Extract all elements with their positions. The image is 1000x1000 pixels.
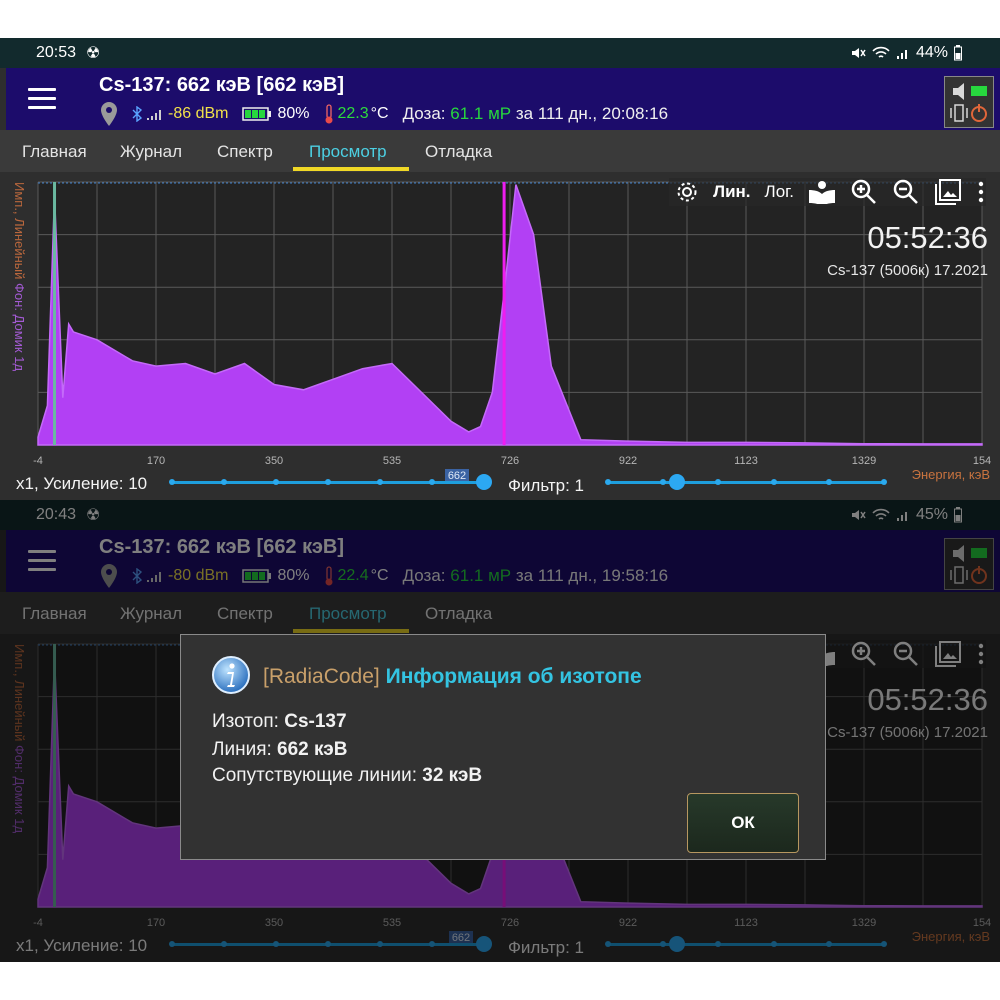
mute-icon	[851, 48, 866, 58]
app-title: Cs-137: 662 кэВ [662 кэВ]	[99, 74, 345, 96]
isotope-info-dialog: [RadiaCode] Информация об изотопе Изотоп…	[180, 634, 826, 860]
gain-slider[interactable]	[169, 472, 492, 492]
linear-scale-button[interactable]: Лин.	[713, 182, 750, 202]
app-bar: Cs-137: 662 кэВ [662 кэВ] -86 dBm 80% 22…	[6, 68, 1000, 130]
dialog-heading: Информация об изотопе	[385, 665, 642, 688]
filter-slider[interactable]	[605, 472, 887, 492]
signal-bars-icon	[147, 110, 161, 120]
image-save-icon[interactable]	[934, 178, 962, 206]
measurement-time: 05:52:36	[867, 220, 988, 255]
dialog-title: [RadiaCode] Информация об изотопе	[263, 665, 642, 689]
x-axis-ticks: -4 170 350 535 726 922 1123 1329 154	[0, 455, 1000, 471]
library-book-icon[interactable]	[808, 180, 836, 204]
cell-signal-icon	[896, 50, 907, 59]
slider-step-dot	[325, 479, 331, 485]
status-battery: 44%	[915, 44, 948, 61]
slider-step-dot	[221, 479, 227, 485]
chart-toolbar: Лин. Лог.	[669, 178, 986, 206]
slider-step-dot	[825, 479, 832, 485]
slider-track[interactable]	[608, 481, 884, 484]
spectrum-chart[interactable]	[0, 172, 1000, 500]
zoom-in-icon[interactable]	[850, 178, 878, 206]
tab-home[interactable]: Главная	[22, 142, 87, 162]
sound-vibro-toggle[interactable]	[944, 76, 994, 128]
thermometer-icon	[325, 104, 332, 124]
x-axis-label: Энергия, кэВ	[911, 467, 990, 482]
radiation-icon: ☢	[86, 45, 101, 62]
x-tick-label: 726	[500, 455, 520, 467]
more-vert-icon[interactable]	[976, 180, 986, 204]
source-label: Cs-137 (5006к) 17.2021	[827, 262, 988, 279]
isotope-value: Cs-137	[284, 711, 347, 732]
x-tick-label: 1123	[734, 455, 758, 467]
slider-step-dot	[660, 479, 667, 485]
screenshot-bottom: 20:43 ☢ 45% Cs-137: 662 кэВ [662 кэВ] -8…	[0, 500, 1000, 962]
status-bar: 20:53 ☢ 44%	[0, 38, 1000, 68]
status-time: 20:53	[36, 44, 77, 61]
zoom-out-icon[interactable]	[892, 178, 920, 206]
x-tick-label: 535	[382, 455, 402, 467]
x-tick-label: 154	[972, 455, 992, 467]
x-tick-label: 922	[618, 455, 638, 467]
slider-step-dot	[881, 479, 887, 485]
speaker-icon	[953, 83, 964, 100]
dose-label: Доза:	[402, 104, 446, 123]
associated-lines-label: Сопутствующие линии:	[212, 765, 417, 786]
dose-period: за 111 дн., 20:08:16	[515, 104, 669, 123]
device-battery-icon	[242, 107, 272, 121]
tab-journal[interactable]: Журнал	[120, 142, 182, 162]
isotope-label: Изотоп:	[212, 711, 279, 732]
ok-button[interactable]: ОК	[687, 793, 799, 853]
y-axis-label: Имп., Линейный Фон: Домик 1д	[12, 182, 27, 372]
dose-readout: Доза: 61.1 мР за 111 дн., 20:08:16	[403, 104, 668, 124]
device-battery: 80%	[277, 105, 310, 122]
signal-strength: -86 dBm	[168, 105, 229, 122]
slider-thumb[interactable]	[476, 474, 492, 490]
bluetooth-icon	[132, 106, 142, 122]
slider-step-dot	[429, 479, 435, 485]
dialog-brand: [RadiaCode]	[263, 665, 380, 688]
battery-icon	[954, 45, 962, 61]
tab-debug[interactable]: Отладка	[425, 142, 492, 162]
device-info-row: -86 dBm 80% 22.3 °C Доза: 61.1 мР за 111…	[100, 102, 668, 126]
info-icon	[212, 656, 250, 694]
slider-thumb[interactable]	[669, 474, 685, 490]
slider-step-dot	[377, 479, 383, 485]
wifi-icon	[872, 46, 890, 58]
location-icon	[100, 102, 118, 126]
line-label: Линия:	[212, 739, 272, 760]
temperature-unit: °C	[370, 105, 389, 122]
settings-icon[interactable]	[675, 180, 699, 204]
x-tick-label: 1329	[851, 455, 877, 467]
x-tick-label: -4	[33, 455, 43, 467]
line-row: Линия: 662 кэВ	[212, 739, 348, 761]
associated-lines-row: Сопутствующие линии: 32 кэВ	[212, 765, 482, 787]
slider-step-dot	[715, 479, 722, 485]
slider-step-dot	[273, 479, 279, 485]
y-axis-series: Фон: Домик 1д	[12, 283, 27, 372]
isotope-row: Изотоп: Cs-137	[212, 711, 347, 733]
screenshot-top: 20:53 ☢ 44% Cs-137: 662 кэВ [662 кэВ] -8…	[0, 38, 1000, 500]
line-value: 662 кэВ	[277, 739, 348, 760]
tab-bar: Главная Журнал Спектр Просмотр Отладка	[0, 130, 1000, 172]
slider-step-dot	[605, 479, 611, 485]
spectrum-panel: Имп., Линейный Фон: Домик 1д Лин. Лог. 0…	[0, 172, 1000, 500]
dose-value: 61.1 мР	[450, 104, 512, 123]
filter-label: Фильтр: 1	[508, 476, 585, 495]
log-scale-button[interactable]: Лог.	[765, 182, 794, 202]
x-tick-label: 350	[264, 455, 284, 467]
x-tick-label: 170	[146, 455, 166, 467]
temperature-value: 22.3	[337, 105, 369, 122]
associated-lines-value: 32 кэВ	[422, 765, 483, 786]
tab-view[interactable]: Просмотр	[309, 142, 387, 162]
tab-spectrum[interactable]: Спектр	[217, 142, 273, 162]
slider-step-dot	[169, 479, 175, 485]
active-tab-indicator	[293, 167, 409, 171]
slider-step-dot	[770, 479, 777, 485]
menu-icon[interactable]	[28, 88, 56, 110]
gain-label: x1, Усиление: 10	[16, 474, 148, 493]
